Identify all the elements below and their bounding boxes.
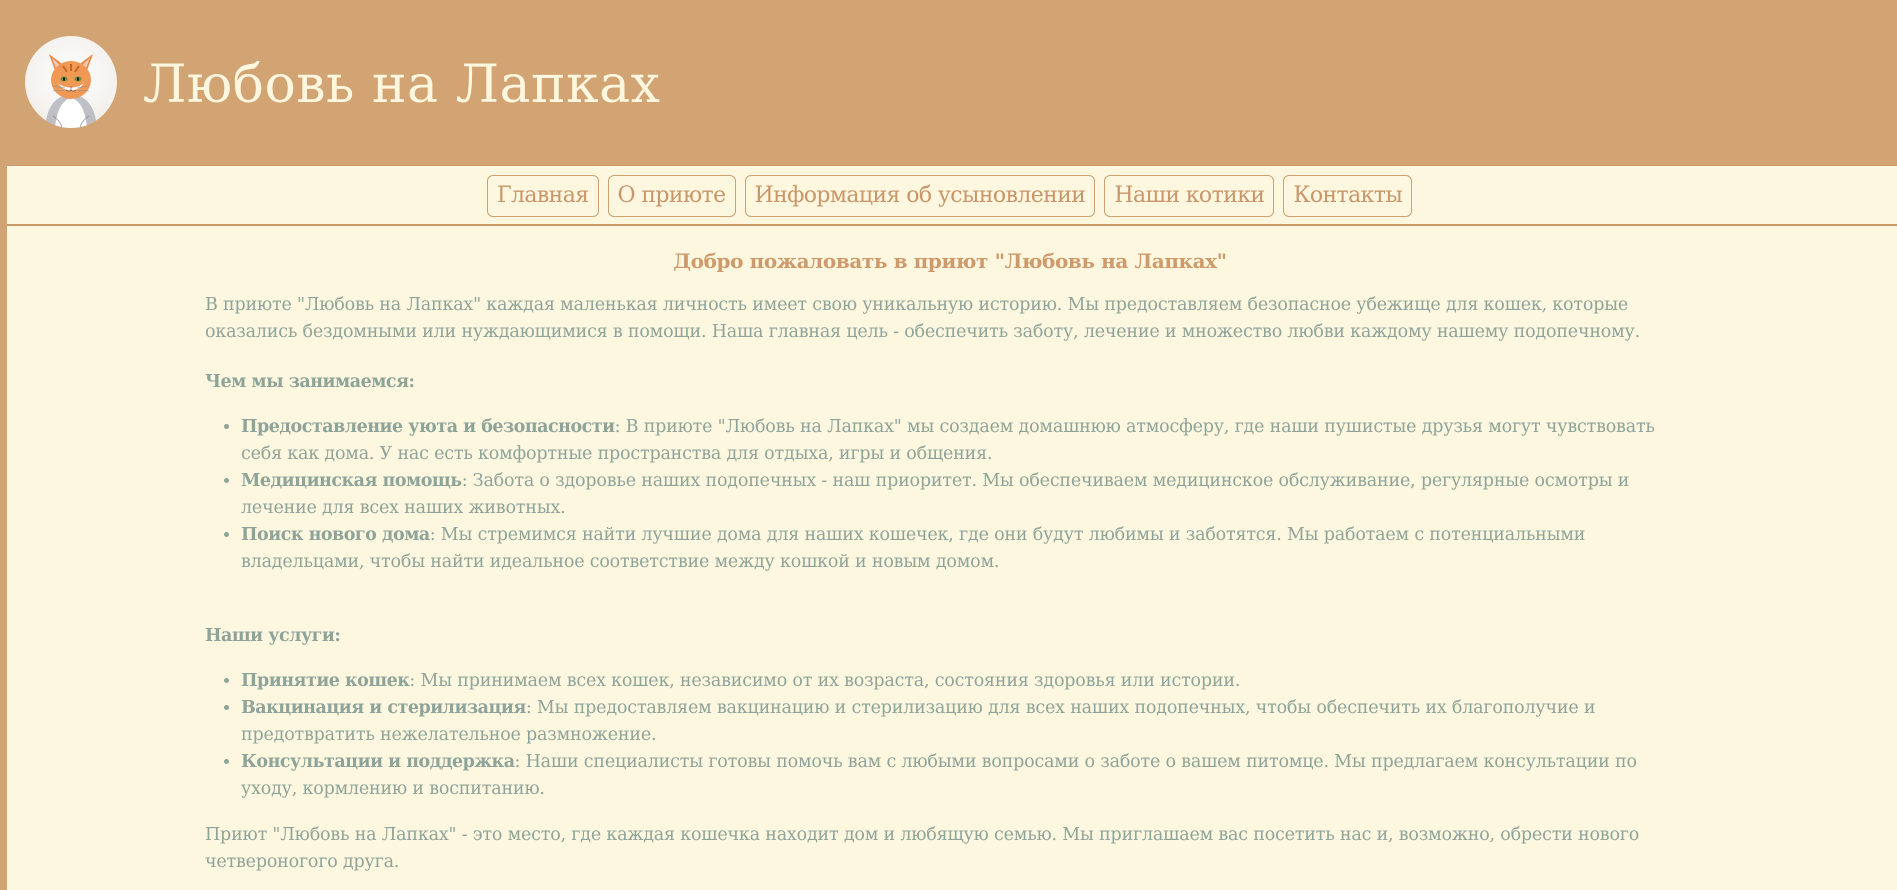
- nav-item-home[interactable]: Главная: [487, 175, 599, 217]
- welcome-heading: Добро пожаловать в приют "Любовь на Лапк…: [673, 249, 1227, 273]
- page-body: Главная О приюте Информация об усыновлен…: [7, 165, 1897, 890]
- list-item-text: : Мы стремимся найти лучшие дома для наш…: [241, 525, 1586, 572]
- services-title: Наши услуги:: [205, 626, 341, 646]
- site-header: Любовь на Лапках: [0, 0, 1897, 165]
- list-item-title: Предоставление уюта и безопасности: [241, 417, 615, 437]
- list-item-text: : Мы принимаем всех кошек, независимо от…: [409, 671, 1241, 691]
- list-item: Принятие кошек: Мы принимаем всех кошек,…: [241, 668, 1695, 695]
- list-item: Вакцинация и стерилизация: Мы предоставл…: [241, 695, 1695, 749]
- nav-item-about[interactable]: О приюте: [607, 175, 736, 217]
- main-navigation: Главная О приюте Информация об усыновлен…: [7, 165, 1897, 226]
- list-item: Медицинская помощь: Забота о здоровье на…: [241, 468, 1695, 522]
- nav-items: Главная О приюте Информация об усыновлен…: [487, 175, 1413, 217]
- activities-title: Чем мы занимаемся:: [205, 372, 415, 392]
- list-item: Поиск нового дома: Мы стремимся найти лу…: [241, 522, 1695, 576]
- site-title[interactable]: Любовь на Лапках: [143, 52, 660, 118]
- list-item: Предоставление уюта и безопасности: В пр…: [241, 414, 1695, 468]
- list-item-title: Принятие кошек: [241, 671, 410, 691]
- list-item-title: Поиск нового дома: [241, 525, 430, 545]
- list-item-title: Медицинская помощь: [241, 471, 462, 491]
- list-item-title: Консультации и поддержка: [241, 752, 515, 772]
- activities-list: Предоставление уюта и безопасности: В пр…: [205, 414, 1695, 576]
- intro-paragraph: В приюте "Любовь на Лапках" каждая мален…: [205, 295, 1640, 342]
- nav-item-contacts[interactable]: Контакты: [1283, 175, 1413, 217]
- outro-paragraph: Приют "Любовь на Лапках" - это место, гд…: [205, 825, 1640, 872]
- cat-logo-icon[interactable]: [25, 36, 117, 128]
- list-item: Консультации и поддержка: Наши специалис…: [241, 749, 1695, 803]
- main-content: Добро пожаловать в приют "Любовь на Лапк…: [205, 248, 1695, 876]
- nav-item-adoption-info[interactable]: Информация об усыновлении: [744, 175, 1096, 217]
- list-item-title: Вакцинация и стерилизация: [241, 698, 526, 718]
- services-list: Принятие кошек: Мы принимаем всех кошек,…: [205, 668, 1695, 803]
- nav-item-our-cats[interactable]: Наши котики: [1104, 175, 1275, 217]
